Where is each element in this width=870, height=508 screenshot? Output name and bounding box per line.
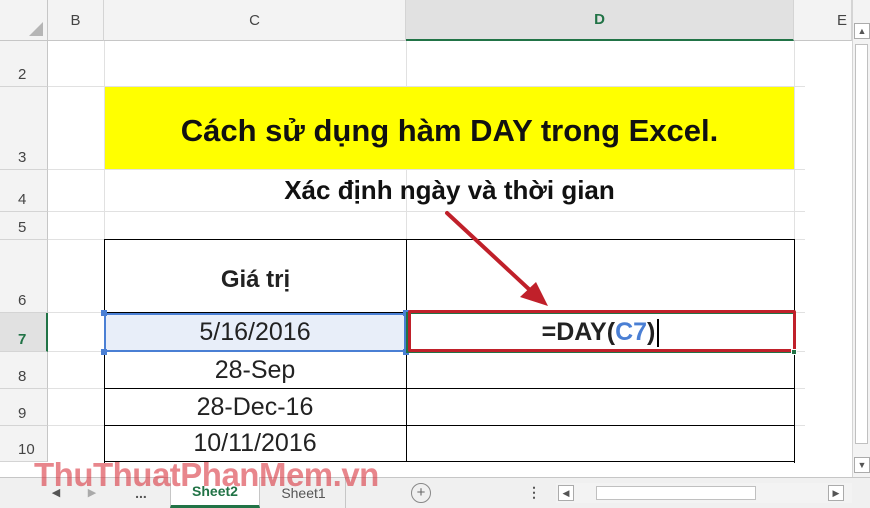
- vertical-scroll-thumb[interactable]: [855, 44, 868, 444]
- scroll-down-button[interactable]: ▼: [854, 457, 870, 473]
- tab-split-handle-icon[interactable]: ⋮: [526, 477, 542, 508]
- scroll-left-icon: ◀: [562, 487, 570, 498]
- scroll-right-button[interactable]: ▶: [828, 485, 844, 501]
- horizontal-scroll-thumb[interactable]: [596, 486, 756, 500]
- scroll-left-button[interactable]: ◀: [558, 485, 574, 501]
- new-sheet-button[interactable]: +: [408, 477, 434, 508]
- annotation-arrow: [445, 211, 548, 306]
- watermark-text: ThuThuatPhanMem.vn: [34, 456, 379, 493]
- scroll-up-button[interactable]: ▲: [854, 23, 870, 39]
- vertical-scrollbar[interactable]: ▲ ▼: [852, 0, 870, 477]
- horizontal-scrollbar[interactable]: ◀ ▶: [556, 483, 852, 503]
- scroll-down-icon: ▼: [857, 460, 867, 470]
- scroll-up-icon: ▲: [857, 26, 867, 36]
- scroll-right-icon: ▶: [832, 487, 840, 498]
- add-sheet-icon: +: [411, 482, 431, 503]
- watermark: ThuThuatPhanMem.vn: [34, 456, 379, 494]
